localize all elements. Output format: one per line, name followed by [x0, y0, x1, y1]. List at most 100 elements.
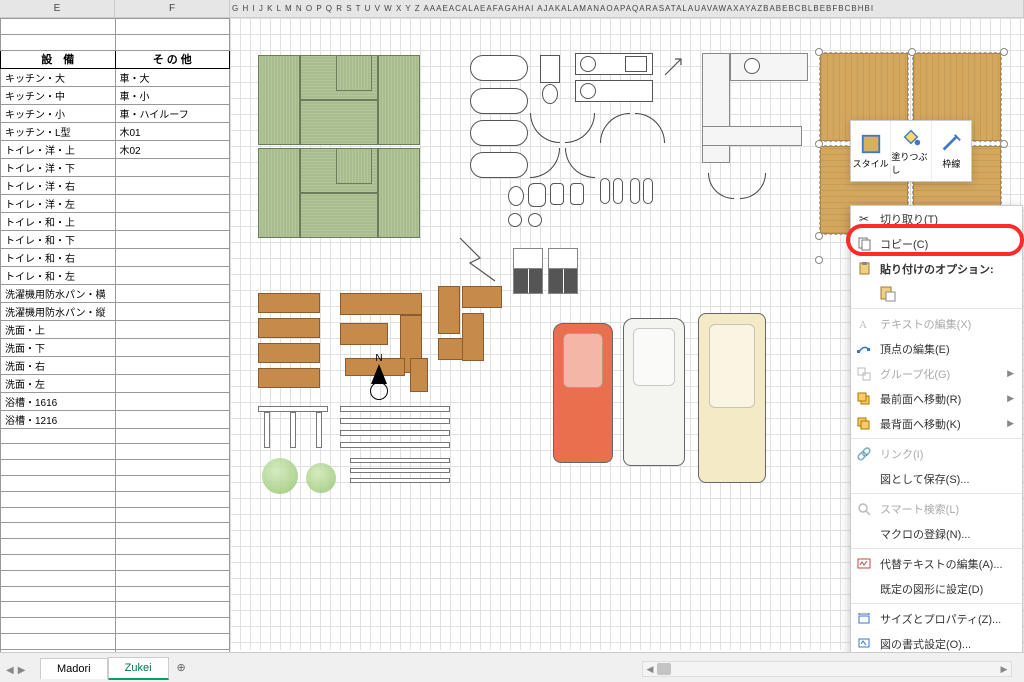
stair-shape[interactable]	[340, 293, 422, 315]
table-cell[interactable]	[115, 266, 230, 284]
table-cell[interactable]	[115, 602, 230, 618]
table-cell[interactable]	[1, 491, 116, 507]
basin-shape[interactable]	[508, 186, 524, 206]
stair-shape[interactable]	[340, 323, 388, 345]
car-shape-white[interactable]	[623, 318, 685, 466]
ctx-edit-points[interactable]: 頂点の編集(E)	[851, 336, 1022, 361]
window-shape[interactable]	[600, 178, 610, 204]
table-cell[interactable]: トイレ・洋・下	[1, 158, 116, 176]
table-cell[interactable]	[1, 586, 116, 602]
table-cell[interactable]	[115, 633, 230, 649]
table-cell[interactable]	[1, 475, 116, 491]
selection-handle[interactable]	[815, 48, 823, 56]
table-cell[interactable]	[1, 444, 116, 460]
table-cell[interactable]	[115, 392, 230, 410]
mini-border-button[interactable]: 枠線	[932, 121, 971, 181]
table-cell[interactable]	[115, 539, 230, 555]
toilet-bowl[interactable]	[542, 84, 558, 104]
basin-shape[interactable]	[508, 213, 522, 227]
table-cell[interactable]: キッチン・L型	[1, 122, 116, 140]
table-cell[interactable]: トイレ・洋・左	[1, 194, 116, 212]
col-headers-narrow[interactable]: G H I J K L M N O P Q R S T U V W X Y Z …	[230, 0, 1024, 17]
table-cell[interactable]	[115, 554, 230, 570]
counter-shape[interactable]	[702, 126, 802, 146]
door-arc[interactable]	[740, 173, 766, 199]
stair-shape[interactable]	[258, 343, 320, 363]
table-cell[interactable]: 洗面・右	[1, 356, 116, 374]
ctx-cut[interactable]: ✂ 切り取り(T)	[851, 206, 1022, 231]
table-cell[interactable]	[1, 602, 116, 618]
table-cell[interactable]: トイレ・和・上	[1, 212, 116, 230]
table-cell[interactable]	[115, 302, 230, 320]
table-cell[interactable]	[1, 539, 116, 555]
table-cell[interactable]: 洗面・上	[1, 320, 116, 338]
table-cell[interactable]: 車・小	[115, 86, 230, 104]
tatami-shape[interactable]	[258, 148, 300, 238]
zigzag-line[interactable]	[455, 233, 505, 283]
table-cell[interactable]	[115, 523, 230, 539]
col-header-f[interactable]: F	[115, 0, 230, 17]
table-cell[interactable]: 洗濯機用防水パン・横	[1, 284, 116, 302]
ctx-send-back[interactable]: 最背面へ移動(K) ▶	[851, 411, 1022, 436]
table-cell[interactable]	[115, 248, 230, 266]
ctx-assign-macro[interactable]: マクロの登録(N)...	[851, 521, 1022, 546]
tatami-shape[interactable]	[336, 55, 372, 91]
mini-style-button[interactable]: スタイル	[851, 121, 891, 181]
table-cell[interactable]: キッチン・中	[1, 86, 116, 104]
mini-fill-button[interactable]: 塗りつぶし	[891, 121, 931, 181]
arrow-shape[interactable]	[662, 56, 684, 78]
table-cell[interactable]: 洗濯機用防水パン・縦	[1, 302, 116, 320]
stove-shape[interactable]	[625, 56, 647, 72]
table-cell[interactable]: トイレ・和・左	[1, 266, 116, 284]
table-cell[interactable]	[115, 320, 230, 338]
window-panel[interactable]	[548, 248, 578, 294]
table-cell[interactable]	[1, 554, 116, 570]
table-cell[interactable]	[115, 491, 230, 507]
scroll-left-icon[interactable]: ◀	[643, 664, 657, 675]
ctx-size-props[interactable]: サイズとプロパティ(Z)...	[851, 606, 1022, 631]
tatami-shape[interactable]	[378, 148, 420, 238]
table-cell[interactable]	[1, 507, 116, 523]
bathtub-shape[interactable]	[470, 152, 528, 178]
table-cell[interactable]: 浴槽・1216	[1, 410, 116, 428]
table-cell[interactable]: 車・ハイルーフ	[115, 104, 230, 122]
door-arc[interactable]	[708, 173, 734, 199]
door-arc[interactable]	[530, 113, 560, 143]
table-cell[interactable]: 洗面・下	[1, 338, 116, 356]
table-cell[interactable]	[115, 570, 230, 586]
table-cell[interactable]	[115, 428, 230, 444]
stair-shape[interactable]	[410, 358, 428, 392]
car-shape-red[interactable]	[553, 323, 613, 463]
tabs-prev-icon[interactable]: ◀	[6, 665, 14, 676]
tabs-next-icon[interactable]: ▶	[18, 665, 26, 676]
table-cell[interactable]	[115, 212, 230, 230]
scrollbar-thumb[interactable]	[657, 663, 671, 675]
table-cell[interactable]: トイレ・洋・上	[1, 140, 116, 158]
tab-add-button[interactable]: ⊕	[169, 657, 194, 678]
table-cell[interactable]: トイレ・洋・右	[1, 176, 116, 194]
window-panel[interactable]	[513, 248, 543, 294]
table-cell[interactable]	[115, 338, 230, 356]
table-cell[interactable]: キッチン・大	[1, 68, 116, 86]
door-arc[interactable]	[565, 113, 595, 143]
table-cell[interactable]: トイレ・和・下	[1, 230, 116, 248]
table-cell[interactable]	[115, 586, 230, 602]
worksheet-area[interactable]: 設 備 そ の 他 キッチン・大車・大キッチン・中車・小キッチン・小車・ハイルー…	[0, 18, 1024, 650]
table-cell[interactable]	[115, 618, 230, 634]
stair-shape[interactable]	[462, 286, 502, 308]
table-cell[interactable]	[115, 507, 230, 523]
sink-shape[interactable]	[580, 56, 596, 72]
ctx-set-default[interactable]: 既定の図形に設定(D)	[851, 576, 1022, 601]
table-cell[interactable]: 浴槽・1616	[1, 392, 116, 410]
car-shape-van[interactable]	[698, 313, 766, 483]
tab-zukei[interactable]: Zukei	[108, 657, 169, 680]
ctx-paste-picture[interactable]	[851, 281, 1022, 306]
tree-shape[interactable]	[306, 463, 336, 493]
selection-handle[interactable]	[1000, 140, 1008, 148]
l-kitchen-horizontal[interactable]	[730, 53, 808, 81]
window-shape[interactable]	[613, 178, 623, 204]
ctx-bring-front[interactable]: 最前面へ移動(R) ▶	[851, 386, 1022, 411]
sink-shape[interactable]	[744, 58, 760, 74]
tab-madori[interactable]: Madori	[40, 658, 108, 679]
table-cell[interactable]	[115, 410, 230, 428]
